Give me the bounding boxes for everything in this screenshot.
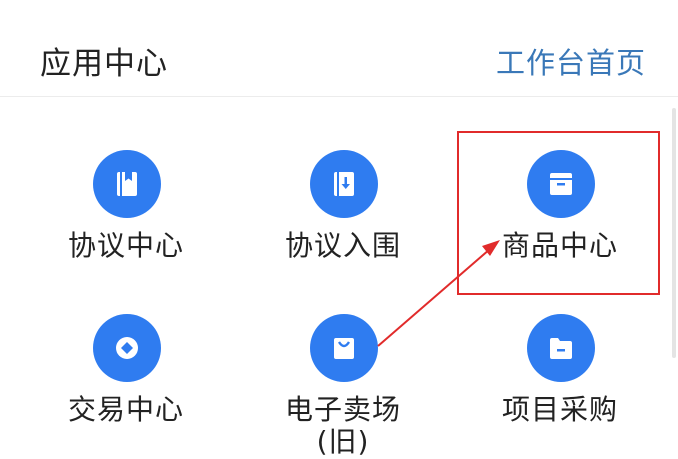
app-label-line2: (旧) (316, 425, 370, 458)
app-label: 协议入围 (284, 229, 401, 262)
shopping-bag-icon (334, 338, 354, 359)
app-label: 交易中心 (67, 393, 184, 426)
page-title: 应用中心 (40, 46, 168, 82)
folder-icon (550, 338, 572, 359)
diamond-icon (116, 337, 138, 359)
app-label: 电子卖场 (旧) (238, 394, 448, 458)
app-tile-agreement-center[interactable]: 协议中心 (21, 150, 231, 300)
app-icon-circle (527, 314, 595, 382)
scrollbar[interactable] (672, 108, 676, 358)
app-icon-circle (310, 150, 378, 218)
app-icon-circle (93, 314, 161, 382)
app-label-line1: 电子卖场 (284, 393, 401, 426)
header: 应用中心 工作台首页 (0, 0, 678, 97)
app-tile-agreement-shortlist[interactable]: 协议入围 (238, 150, 448, 300)
store-icon (550, 173, 572, 195)
app-icon-circle (310, 314, 378, 382)
app-tile-e-mall-legacy[interactable]: 电子卖场 (旧) (238, 314, 448, 459)
book-icon (117, 172, 137, 196)
app-tile-product-center[interactable]: 商品中心 (455, 150, 665, 300)
app-label: 项目采购 (501, 393, 618, 426)
app-center-screen: 应用中心 工作台首页 协议中心 协议入围 商品中心 交易中心 电子卖场 (旧) … (0, 0, 678, 459)
app-label: 协议中心 (67, 229, 184, 262)
app-icon-circle (93, 150, 161, 218)
workbench-home-link[interactable]: 工作台首页 (496, 40, 646, 82)
app-tile-project-procurement[interactable]: 项目采购 (455, 314, 665, 459)
book-download-icon (334, 172, 354, 196)
app-tile-trading-center[interactable]: 交易中心 (21, 314, 231, 459)
app-icon-circle (527, 150, 595, 218)
app-label: 商品中心 (501, 229, 618, 262)
